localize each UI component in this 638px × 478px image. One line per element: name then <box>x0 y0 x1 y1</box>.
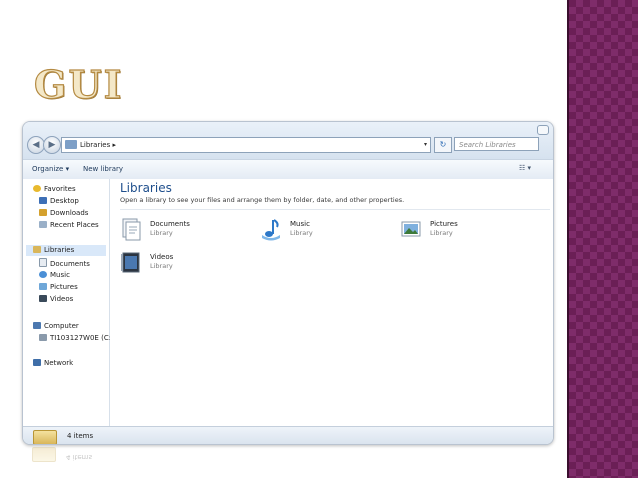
library-type: Library <box>150 229 173 237</box>
item-count: 4 items <box>67 432 94 440</box>
nav-documents[interactable]: Documents <box>39 258 90 269</box>
desktop-icon <box>39 197 47 204</box>
nav-recent-places[interactable]: Recent Places <box>39 220 99 231</box>
drive-icon <box>39 334 47 341</box>
recent-places-icon <box>39 221 47 228</box>
address-path: Libraries <box>80 141 111 149</box>
nav-drive-c[interactable]: TI103127W0E (C:) <box>39 333 114 344</box>
library-name: Music <box>290 220 310 228</box>
explorer-window: ◀ ▶ Libraries ▸ ▾ ↻ Search Libraries Org… <box>22 121 554 445</box>
nav-favorites[interactable]: Favorites <box>33 184 76 195</box>
nav-network[interactable]: Network <box>33 358 73 369</box>
nav-videos[interactable]: Videos <box>39 294 73 305</box>
libraries-folder-icon <box>33 246 41 253</box>
library-name: Documents <box>150 220 190 228</box>
nav-music[interactable]: Music <box>39 270 70 281</box>
videos-icon <box>39 295 47 302</box>
library-music[interactable]: Music Library <box>260 217 380 243</box>
pictures-library-icon <box>401 221 421 237</box>
refresh-button[interactable]: ↻ <box>434 137 452 153</box>
computer-icon <box>33 322 41 329</box>
window-corner-button[interactable] <box>537 125 549 135</box>
nav-pictures[interactable]: Pictures <box>39 282 78 293</box>
nav-desktop[interactable]: Desktop <box>39 196 79 207</box>
libraries-status-icon <box>33 430 57 444</box>
pictures-icon <box>39 283 47 290</box>
slide-title: GUI <box>33 61 124 107</box>
content-description: Open a library to see your files and arr… <box>120 196 405 204</box>
documents-icon <box>39 258 47 267</box>
address-bar[interactable]: Libraries ▸ ▾ <box>61 137 431 153</box>
organize-button[interactable]: Organize ▾ <box>32 160 69 179</box>
library-type: Library <box>430 229 453 237</box>
toolbar: Organize ▾ New library ☷ ▾ <box>23 159 553 180</box>
star-icon <box>33 185 41 192</box>
content-pane: Libraries Open a library to see your fil… <box>110 179 553 426</box>
library-videos[interactable]: Videos Library <box>120 250 240 276</box>
reflection-icon <box>32 447 56 462</box>
libraries-icon <box>65 140 77 149</box>
navigation-pane: Favorites Desktop Downloads Recent Place… <box>23 179 114 426</box>
nav-downloads[interactable]: Downloads <box>39 208 88 219</box>
library-pictures[interactable]: Pictures Library <box>400 217 520 243</box>
new-library-button[interactable]: New library <box>83 160 123 179</box>
address-dropdown-icon[interactable]: ▾ <box>424 138 427 152</box>
library-documents[interactable]: Documents Library <box>120 217 240 243</box>
content-title: Libraries <box>120 181 172 195</box>
documents-library-icon <box>122 218 141 241</box>
search-input[interactable]: Search Libraries <box>454 137 539 151</box>
forward-button[interactable]: ▶ <box>43 136 61 154</box>
slide-side-panel <box>569 0 638 478</box>
library-type: Library <box>150 262 173 270</box>
library-name: Pictures <box>430 220 458 228</box>
nav-libraries[interactable]: Libraries <box>26 245 106 256</box>
music-icon <box>39 271 47 278</box>
window-reflection: 4 items <box>30 446 130 464</box>
window-chrome: ◀ ▶ Libraries ▸ ▾ ↻ Search Libraries <box>23 122 553 159</box>
library-name: Videos <box>150 253 174 261</box>
downloads-icon <box>39 209 47 216</box>
nav-computer[interactable]: Computer <box>33 321 79 332</box>
library-type: Library <box>290 229 313 237</box>
music-library-icon <box>262 219 280 241</box>
status-bar: 4 items <box>23 426 553 444</box>
content-divider <box>120 209 550 210</box>
videos-library-icon <box>121 252 140 273</box>
network-icon <box>33 359 41 366</box>
reflection-text: 4 items <box>66 453 93 461</box>
view-options-button[interactable]: ☷ ▾ <box>519 164 541 174</box>
